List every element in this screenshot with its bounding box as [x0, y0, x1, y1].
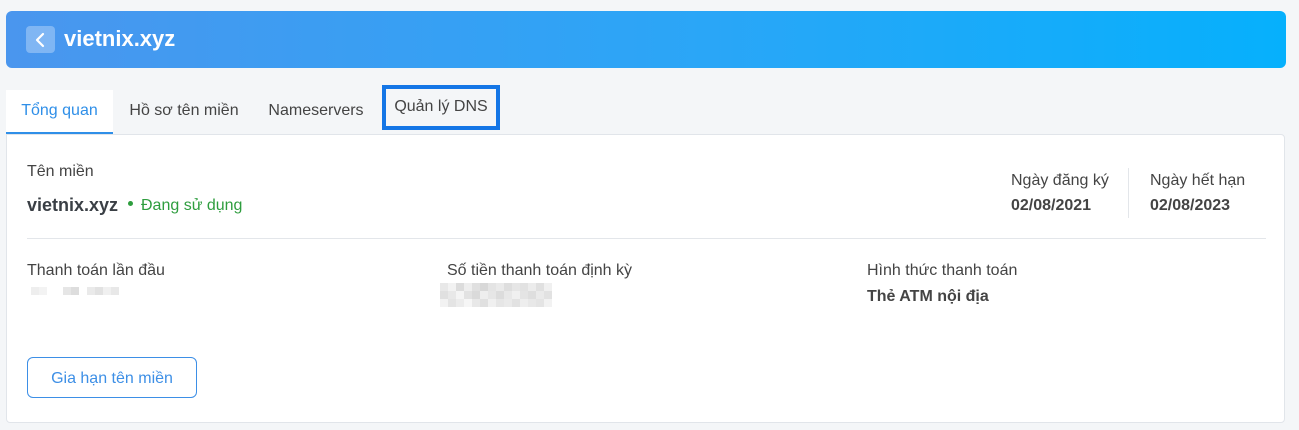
status-text: Đang sử dụng [141, 197, 243, 214]
recurring-amount-label: Số tiền thanh toán định kỳ [447, 262, 633, 279]
tab-nameservers[interactable]: Nameservers [258, 90, 374, 134]
tab-domain-profile[interactable]: Hồ sơ tên miền [116, 90, 252, 134]
page-title: vietnix.xyz [64, 26, 176, 51]
expiry-date: 02/08/2023 [1150, 197, 1231, 214]
overview-card: Tên miền vietnix.xyz Đang sử dụng Ngày đ… [6, 134, 1285, 423]
domain-label: Tên miền [27, 163, 94, 180]
status-dot-icon [128, 201, 133, 207]
recurring-amount-value-redacted-2 [440, 291, 552, 299]
expiry-label: Ngày hết hạn [1150, 172, 1246, 189]
payment-method-value: Thẻ ATM nội địa [867, 288, 989, 305]
back-button[interactable] [26, 26, 55, 53]
domain-value: vietnix.xyz [27, 195, 119, 215]
chevron-left-icon [35, 32, 44, 47]
tab-overview[interactable]: Tổng quan [6, 90, 113, 134]
horizontal-divider [27, 238, 1266, 239]
first-payment-value-redacted [31, 287, 119, 295]
registration-label: Ngày đăng ký [1011, 172, 1109, 189]
tab-dns-management[interactable]: Quản lý DNS [382, 85, 500, 130]
payment-method-label: Hình thức thanh toán [867, 262, 1018, 279]
header-bar: vietnix.xyz [6, 11, 1286, 68]
registration-date: 02/08/2021 [1011, 197, 1092, 214]
vertical-divider [1128, 168, 1129, 218]
renew-domain-button[interactable]: Gia hạn tên miền [27, 357, 197, 398]
recurring-amount-value-redacted-3 [440, 299, 552, 307]
status-badge: Đang sử dụng [128, 197, 242, 215]
recurring-amount-value-redacted [440, 283, 552, 291]
first-payment-label: Thanh toán lần đầu [27, 262, 165, 279]
